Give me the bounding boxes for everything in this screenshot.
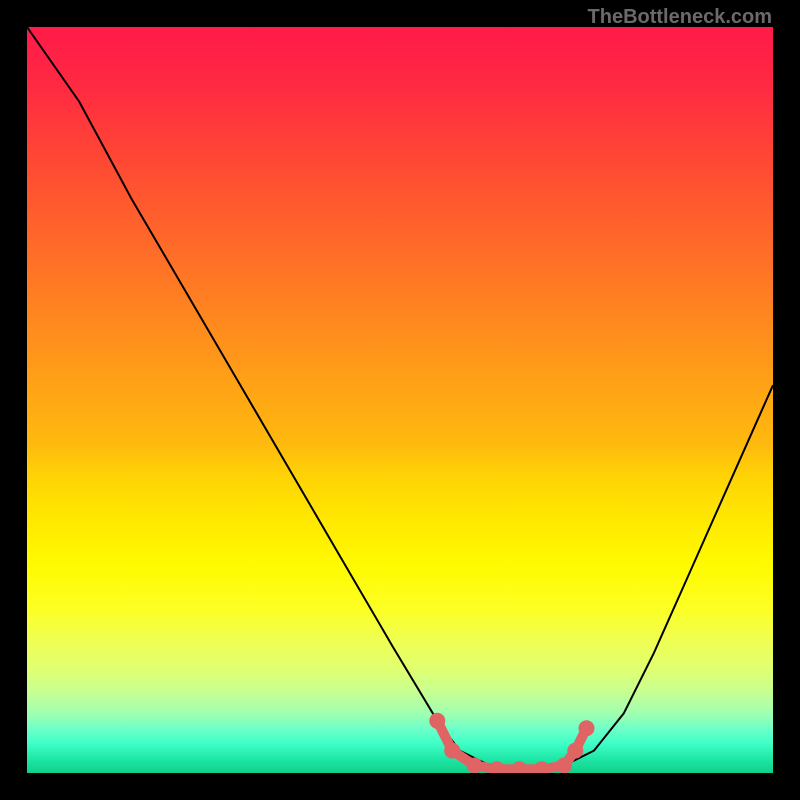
highlight-point (511, 761, 527, 773)
highlight-markers (429, 713, 594, 773)
highlight-point (429, 713, 445, 729)
plot-area (27, 27, 773, 773)
highlight-point (579, 720, 595, 736)
chart-overlay (27, 27, 773, 773)
highlight-point (556, 758, 572, 774)
highlight-point (444, 743, 460, 759)
highlight-point (467, 758, 483, 774)
highlight-point (567, 743, 583, 759)
highlight-point (534, 761, 550, 773)
curve-line (27, 27, 773, 769)
chart-container: TheBottleneck.com (0, 0, 800, 800)
watermark-text: TheBottleneck.com (588, 6, 772, 29)
highlight-point (489, 761, 505, 773)
